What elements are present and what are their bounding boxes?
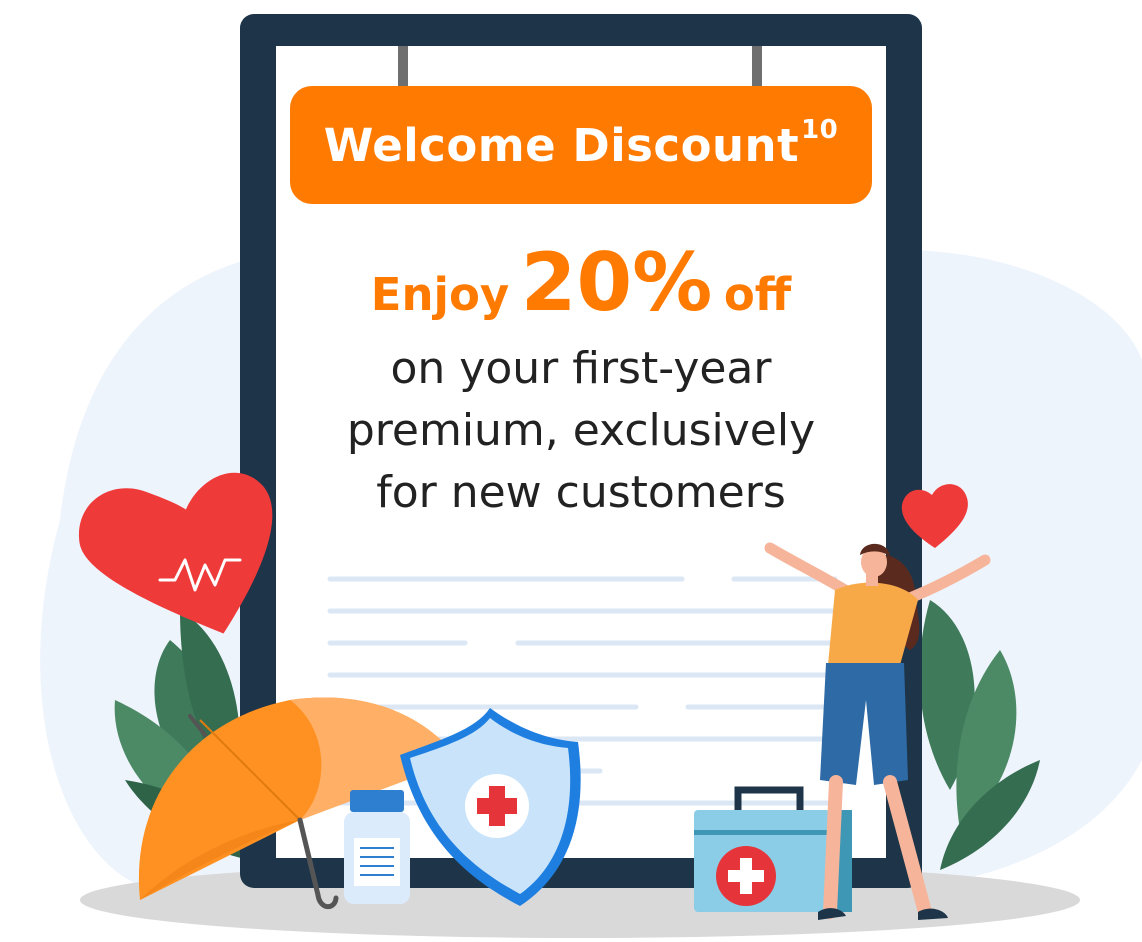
offer-description: on your first-year premium, exclusively …: [276, 338, 886, 524]
offer-description-line: for new customers: [376, 467, 786, 518]
offer-description-line: premium, exclusively: [346, 405, 816, 456]
offer-prefix: Enjoy: [370, 268, 510, 321]
title-banner: Welcome Discount10: [290, 86, 872, 204]
medicine-bottle-icon: [344, 790, 410, 904]
offer-value: 20%: [520, 236, 713, 329]
offer-description-line: on your first-year: [390, 343, 772, 394]
offer-headline: Enjoy 20% off: [276, 236, 886, 329]
offer-suffix: off: [723, 268, 792, 321]
title-footnote: 10: [801, 114, 839, 145]
promo-title: Welcome Discount10: [323, 114, 839, 172]
